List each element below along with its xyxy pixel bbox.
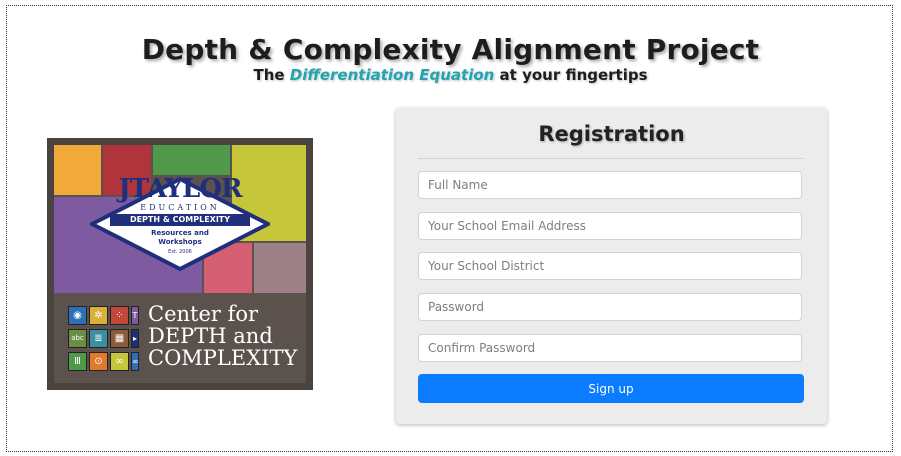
list-icon: ≣ [89, 329, 108, 348]
tagline-emphasis: Differentiation Equation [289, 66, 495, 84]
logo-center-text: Center for DEPTH and COMPLEXITY [148, 303, 306, 369]
registration-title: Registration [538, 122, 685, 146]
registration-card: Registration Sign up [396, 108, 827, 424]
book-icon: T [131, 306, 139, 325]
columns-icon: Ⅲ [68, 352, 87, 371]
logo-inner: JTAYLOR EDUCATION DEPTH & COMPLEXITY Res… [54, 145, 306, 383]
center-logo: JTAYLOR EDUCATION DEPTH & COMPLEXITY Res… [47, 138, 313, 390]
gear-icon: ✲ [89, 306, 108, 325]
tagline-before: The [253, 66, 290, 84]
arrow-icon: ▸ [131, 329, 139, 348]
full-name-input[interactable] [418, 171, 802, 199]
tagline-after: at your fingertips [494, 66, 648, 84]
pattern-icon: ▦ [110, 329, 129, 348]
logo-resources: Resources and Workshops [151, 229, 209, 246]
eye-icon: ◉ [68, 306, 87, 325]
logo-banner: DEPTH & COMPLEXITY [129, 215, 231, 224]
logo-center-line3: COMPLEXITY [148, 346, 298, 370]
logo-brand-main: JTAYLOR [118, 174, 242, 204]
dots-icon: ⁘ [110, 306, 129, 325]
password-input[interactable] [418, 293, 802, 321]
page-title: Depth & Complexity Alignment Project [141, 33, 760, 66]
email-input[interactable] [418, 212, 802, 240]
sign-up-button[interactable]: Sign up [418, 374, 804, 403]
logo-est: Est. 2006 [168, 249, 192, 255]
school-district-input[interactable] [418, 252, 802, 280]
logo-center-line2: DEPTH and [148, 324, 273, 348]
abc-icon: abc [68, 329, 87, 348]
logo-block-green [153, 145, 230, 175]
logo-icon-grid: ◉ ✲ ⁘ T abc ≣ ▦ ▸ Ⅲ ⊙ ∞ ∞ [68, 306, 139, 374]
circle-icon: ⊙ [89, 352, 108, 371]
logo-center-line1: Center for [148, 302, 259, 326]
link-icon: ∞ [110, 352, 129, 371]
confirm-password-input[interactable] [418, 334, 802, 362]
page-tagline: The Differentiation Equation at your fin… [0, 66, 901, 84]
registration-divider [418, 158, 804, 159]
glasses-icon: ∞ [131, 352, 139, 371]
logo-brand-sub: EDUCATION [140, 203, 220, 212]
